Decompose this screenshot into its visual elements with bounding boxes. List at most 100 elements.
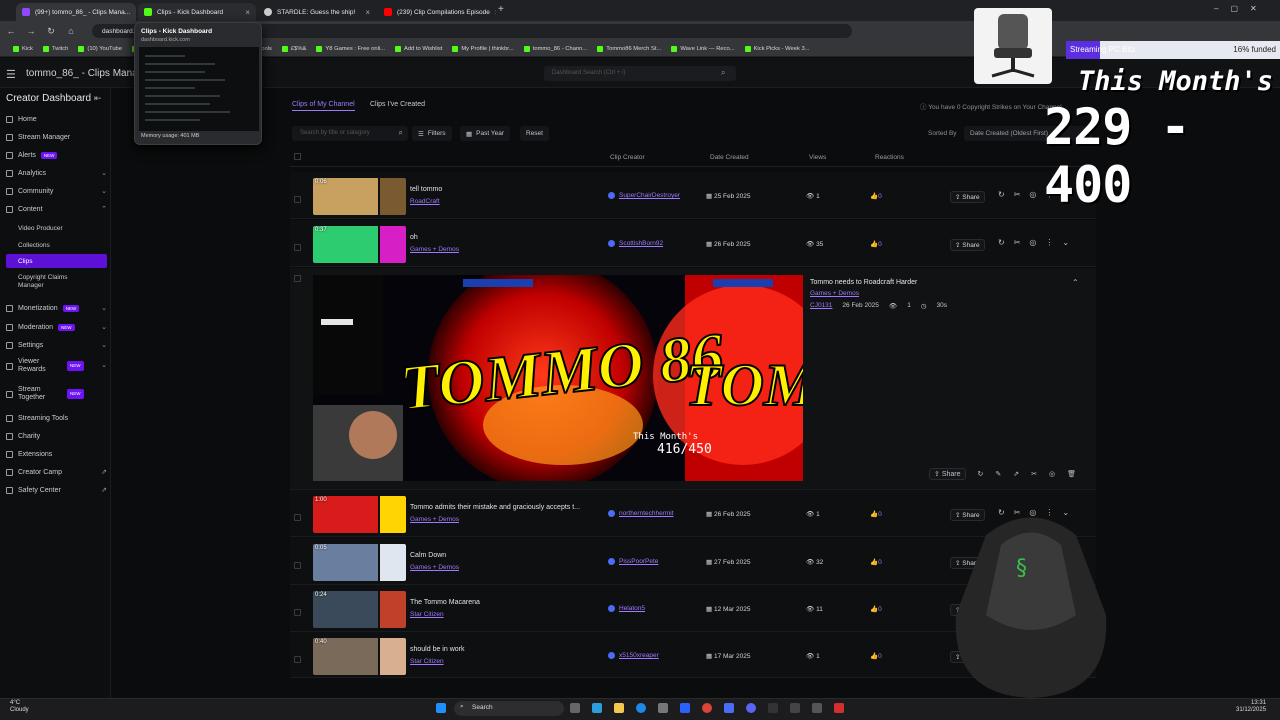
scissors-icon[interactable]: ✂ xyxy=(1014,190,1030,199)
taskbar-search[interactable]: ⌕ Search xyxy=(454,701,564,716)
clip-thumbnail[interactable]: 0:37 xyxy=(313,226,406,263)
filters-button[interactable]: ☰ Filters xyxy=(412,126,452,141)
clip-creator[interactable]: SuperChairDestroyer xyxy=(608,192,680,199)
clip-creator[interactable]: ScottishBorn92 xyxy=(608,240,663,247)
tab-stardle[interactable]: STARDLE: Guess the ship! × xyxy=(258,3,376,21)
trash-icon[interactable]: 🗑 xyxy=(1067,470,1076,478)
app-icon[interactable] xyxy=(834,703,844,713)
clip-thumbnail[interactable]: 0:40 xyxy=(313,638,406,675)
widgets-icon[interactable] xyxy=(592,703,602,713)
sidebar-item-viewer-rewards[interactable]: Viewer Rewards NEW ⌄ xyxy=(6,356,107,376)
collapse-sidebar-icon[interactable]: ⇤ xyxy=(94,93,102,104)
clip-reactions[interactable]: 👍0 xyxy=(870,652,882,660)
app-icon[interactable] xyxy=(768,703,778,713)
bookmark-item[interactable]: Kick xyxy=(8,45,38,52)
row-checkbox[interactable] xyxy=(294,196,301,203)
sidebar-item-stream-together[interactable]: Stream Together NEW xyxy=(6,384,107,404)
bookmark-item[interactable]: Kick Picks - Week 3... xyxy=(740,45,815,52)
clip-search-input[interactable]: Search by title or category ⌕ xyxy=(292,126,408,141)
refresh-icon[interactable]: ↻ xyxy=(998,190,1014,199)
tab-youtube[interactable]: (239) Clip Compilations Episode × xyxy=(378,3,496,21)
search-icon[interactable]: ⌕ xyxy=(721,68,732,79)
file-explorer-icon[interactable] xyxy=(614,703,624,713)
share-button[interactable]: ⇪ Share xyxy=(929,468,966,480)
target-icon[interactable]: ◎ xyxy=(1049,470,1055,478)
app-icon[interactable] xyxy=(790,703,800,713)
target-icon[interactable]: ◎ xyxy=(1029,238,1045,247)
clip-thumbnail[interactable]: 0:06 xyxy=(313,178,406,215)
sidebar-item-content[interactable]: Content ⌃ xyxy=(6,202,107,216)
expand-icon[interactable]: ⌄ xyxy=(1062,238,1078,247)
external-link-icon[interactable]: ⇗ xyxy=(1013,470,1019,478)
store-icon[interactable] xyxy=(658,703,668,713)
sidebar-item-settings[interactable]: Settings ⌄ xyxy=(6,338,107,352)
weather-widget[interactable]: 4°C Cloudy xyxy=(10,700,29,714)
clip-reactions[interactable]: 👍0 xyxy=(870,558,882,566)
sidebar-item-safety-center[interactable]: Safety Center ⇗ xyxy=(6,483,107,497)
row-checkbox[interactable] xyxy=(294,275,301,282)
sidebar-item-moderation[interactable]: Moderation NEW ⌄ xyxy=(6,320,107,334)
menu-icon[interactable]: ☰ xyxy=(6,68,16,81)
row-checkbox[interactable] xyxy=(294,656,301,663)
clip-category[interactable]: Games + Demos xyxy=(410,246,459,253)
sidebar-item-monetization[interactable]: Monetization NEW ⌄ xyxy=(6,301,107,315)
refresh-icon[interactable]: ↻ xyxy=(978,470,984,478)
app-icon[interactable] xyxy=(724,703,734,713)
past-year-button[interactable]: ▦ Past Year xyxy=(460,126,510,141)
clip-creator[interactable]: northerntechhermit xyxy=(608,510,674,517)
sidebar-item-charity[interactable]: Charity xyxy=(6,429,107,443)
task-view-icon[interactable] xyxy=(570,703,580,713)
close-icon[interactable]: × xyxy=(495,8,496,17)
system-clock[interactable]: 13:31 31/12/2025 xyxy=(1236,700,1266,714)
expanded-clip-category[interactable]: Games + Demos xyxy=(810,290,859,297)
row-checkbox[interactable] xyxy=(294,244,301,251)
share-button[interactable]: ⇪ Share xyxy=(950,239,985,251)
discord-icon[interactable] xyxy=(746,703,756,713)
row-checkbox[interactable] xyxy=(294,609,301,616)
clip-category[interactable]: Star Citizen xyxy=(410,658,444,665)
sidebar-item-video-producer[interactable]: Video Producer xyxy=(6,221,107,235)
clip-reactions[interactable]: 👍0 xyxy=(870,192,882,200)
sidebar-item-streaming-tools[interactable]: Streaming Tools xyxy=(6,411,107,425)
close-icon[interactable]: × xyxy=(365,8,370,17)
row-checkbox[interactable] xyxy=(294,514,301,521)
reload-icon[interactable]: ↻ xyxy=(46,26,56,37)
edge-icon[interactable] xyxy=(636,703,646,713)
home-icon[interactable]: ⌂ xyxy=(66,26,76,36)
back-icon[interactable]: ← xyxy=(6,26,16,36)
clip-creator[interactable]: PissPoorPete xyxy=(608,558,658,565)
select-all-checkbox[interactable] xyxy=(294,153,301,160)
bookmark-item[interactable]: Add to Wishlist xyxy=(390,45,447,52)
target-icon[interactable]: ◎ xyxy=(1029,190,1045,199)
reset-button[interactable]: Reset xyxy=(520,126,549,141)
bookmark-item[interactable]: Tommo86 Merch St... xyxy=(592,45,666,52)
bookmark-item[interactable]: Wave Link — Reco... xyxy=(666,45,739,52)
clip-reactions[interactable]: 👍0 xyxy=(870,240,882,248)
video-player[interactable]: TOMMO 86 TOMMO 86 This Month's 416/450 xyxy=(313,275,803,481)
sidebar-item-collections[interactable]: Collections xyxy=(6,238,107,252)
expanded-clip-creator[interactable]: CJ0131 xyxy=(810,302,832,310)
bookmark-item[interactable]: tommo_86 - Chann... xyxy=(519,45,592,52)
clip-category[interactable]: Games + Demos xyxy=(410,516,459,523)
sidebar-item-clips[interactable]: Clips xyxy=(6,254,107,268)
clip-category[interactable]: RoadCraft xyxy=(410,198,440,205)
clip-reactions[interactable]: 👍0 xyxy=(870,605,882,613)
mail-icon[interactable] xyxy=(680,703,690,713)
sidebar-item-home[interactable]: Home xyxy=(6,112,107,126)
window-controls[interactable]: –▢✕ xyxy=(1214,4,1269,13)
clip-category[interactable]: Games + Demos xyxy=(410,564,459,571)
bookmark-item[interactable]: £$%& xyxy=(277,45,311,52)
row-checkbox[interactable] xyxy=(294,562,301,569)
close-icon[interactable]: × xyxy=(245,8,250,17)
windows-start-icon[interactable] xyxy=(436,703,446,713)
sidebar-item-creator-camp[interactable]: Creator Camp ⇗ xyxy=(6,465,107,479)
bookmark-item[interactable]: Twitch xyxy=(38,45,73,52)
clip-category[interactable]: Star Citizen xyxy=(410,611,444,618)
share-button[interactable]: ⇪ Share xyxy=(950,191,985,203)
sidebar-item-analytics[interactable]: Analytics ⌄ xyxy=(6,166,107,180)
new-tab-button[interactable]: + xyxy=(498,4,504,15)
close-icon[interactable]: × xyxy=(135,8,136,17)
scissors-icon[interactable]: ✂ xyxy=(1031,470,1037,478)
tab-clips-ive-created[interactable]: Clips I've Created xyxy=(370,101,425,108)
clip-creator[interactable]: x5150xreaper xyxy=(608,652,659,659)
